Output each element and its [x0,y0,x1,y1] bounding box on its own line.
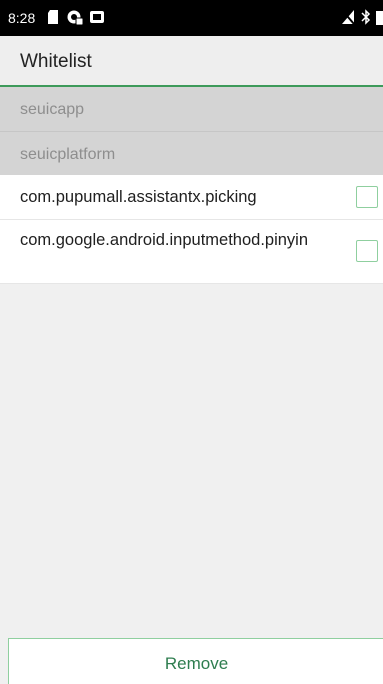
system-app-item-seuicapp: seuicapp [20,101,85,118]
app-checkbox[interactable] [356,240,378,262]
sim-card-icon [47,9,59,30]
list-item[interactable]: com.pupumall.assistantx.picking [0,175,383,220]
app-package-label: com.pupumall.assistantx.picking [20,188,257,206]
system-app-list: seuicapp seuicplatform [0,87,383,175]
list-item[interactable]: com.google.android.inputmethod.pinyin [0,220,383,284]
remove-button-label: Remove [164,654,229,673]
notification-app-icon [67,9,84,30]
divider [0,131,383,132]
app-package-label: com.google.android.inputmethod.pinyin [20,231,309,249]
page-title: Whitelist [20,51,92,72]
no-signal-icon [341,9,355,30]
system-app-item-seuicplatform: seuicplatform [20,146,116,163]
status-bar: 8:28 [0,0,383,36]
app-bar: Whitelist [0,36,383,87]
bluetooth-icon [361,9,371,30]
remove-button[interactable]: Remove [8,638,383,684]
whitelist-screen: 8:28 Whitelist seuicapp seuicplatform co… [0,0,383,684]
app-checkbox[interactable] [356,186,378,208]
battery-icon [376,9,383,30]
app-list: com.pupumall.assistantx.picking com.goog… [0,175,383,284]
media-icon [89,9,105,30]
status-time: 8:28 [8,10,36,26]
